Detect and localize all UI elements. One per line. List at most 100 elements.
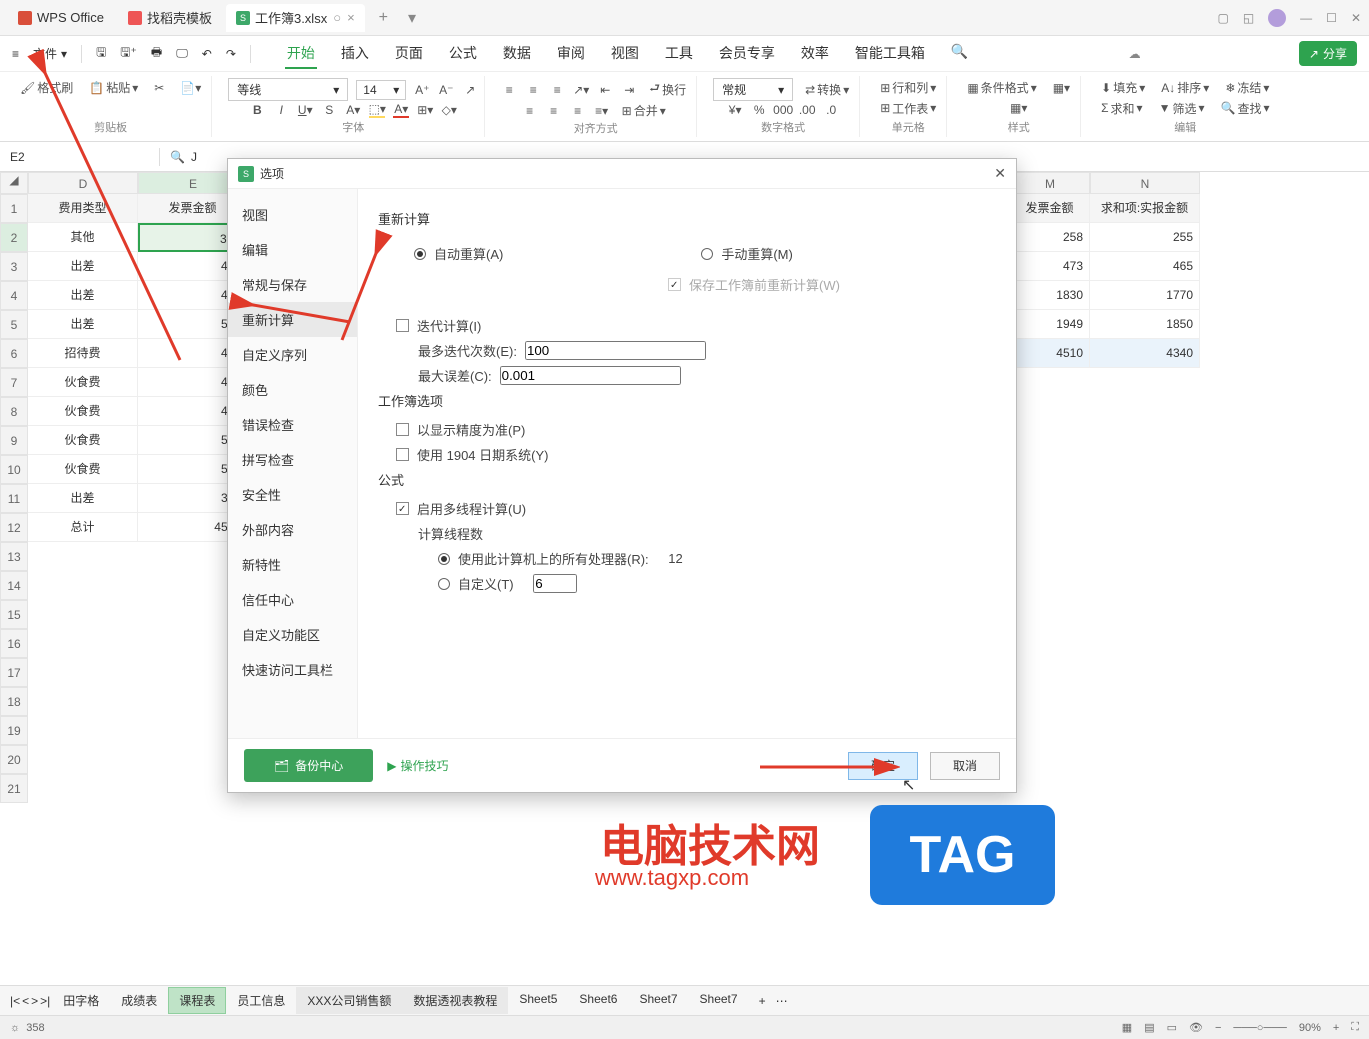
align-right-icon[interactable]: ≡ <box>570 103 586 119</box>
iter-checkbox[interactable]: 迭代计算(I) <box>396 316 996 335</box>
align-left-icon[interactable]: ≡ <box>522 103 538 119</box>
dialog-nav-item[interactable]: 拼写检查 <box>228 442 357 477</box>
tab-menu-icon[interactable]: ▾ <box>398 8 426 28</box>
view-normal-icon[interactable]: ▦ <box>1122 1021 1132 1034</box>
dec-inc-icon[interactable]: .00 <box>799 102 815 118</box>
dialog-nav-item[interactable]: 快速访问工具栏 <box>228 652 357 687</box>
ribbon-tab-formula[interactable]: 公式 <box>447 39 479 69</box>
italic-icon[interactable]: I <box>273 102 289 118</box>
wrap-button[interactable]: ⮐ 换行 <box>645 78 690 101</box>
paste-button[interactable]: 📋 粘贴▾ <box>85 78 142 97</box>
precision-checkbox[interactable]: 以显示精度为准(P) <box>396 420 996 439</box>
font-color-icon[interactable]: A▾ <box>393 102 409 118</box>
table-cell[interactable]: 出差 <box>28 310 138 339</box>
dec-dec-icon[interactable]: .0 <box>823 102 839 118</box>
print-icon[interactable]: 🖶 <box>151 43 162 64</box>
ribbon-tab-vip[interactable]: 会员专享 <box>717 39 777 69</box>
col-header[interactable]: D <box>28 172 138 194</box>
more-font-icon[interactable]: ↗ <box>462 82 478 98</box>
zoom-in-icon[interactable]: + <box>1333 1022 1339 1034</box>
sheet-tab[interactable]: 课程表 <box>168 987 226 1014</box>
row-header[interactable]: 12 <box>0 513 28 542</box>
zoom-value[interactable]: 90% <box>1299 1022 1321 1034</box>
orientation-icon[interactable]: ↗▾ <box>573 82 589 98</box>
dialog-nav-item[interactable]: 常规与保存 <box>228 267 357 302</box>
minimize-icon[interactable]: — <box>1300 11 1312 25</box>
table-cell[interactable]: 4340 <box>1090 339 1200 368</box>
ribbon-tab-start[interactable]: 开始 <box>285 39 317 69</box>
table-cell[interactable]: 1770 <box>1090 281 1200 310</box>
border-icon[interactable]: ⊞▾ <box>417 102 433 118</box>
format-brush-button[interactable]: 🖌 格式刷 <box>16 78 77 97</box>
dialog-titlebar[interactable]: S 选项 ✕ <box>228 159 1016 189</box>
percent-icon[interactable]: % <box>751 102 767 118</box>
row-header[interactable]: 7 <box>0 368 28 397</box>
row-header[interactable]: 17 <box>0 658 28 687</box>
condfmt-button[interactable]: ▦ 条件格式▾ <box>963 78 1040 97</box>
tab-close-icon[interactable]: × <box>347 10 355 25</box>
row-header[interactable]: 10 <box>0 455 28 484</box>
dialog-nav-item[interactable]: 外部内容 <box>228 512 357 547</box>
redo-icon[interactable]: ↷ <box>226 47 236 61</box>
row-header[interactable]: 1 <box>0 194 28 223</box>
row-header[interactable]: 8 <box>0 397 28 426</box>
sheet-tab[interactable]: Sheet5 <box>508 987 568 1014</box>
sheet-tab[interactable]: Sheet6 <box>568 987 628 1014</box>
table-cell[interactable]: 1850 <box>1090 310 1200 339</box>
manual-recalc-radio[interactable]: 手动重算(M) <box>701 244 793 263</box>
fill-color-icon[interactable]: ⬚▾ <box>369 102 385 118</box>
ribbon-tab-efficiency[interactable]: 效率 <box>799 39 831 69</box>
sheet-menu-icon[interactable]: ⋯ <box>776 994 788 1008</box>
decrease-font-icon[interactable]: A⁻ <box>438 82 454 98</box>
row-header[interactable]: 2 <box>0 223 28 252</box>
row-header[interactable]: 5 <box>0 310 28 339</box>
maximize-icon[interactable]: ☐ <box>1326 11 1337 25</box>
sum-button[interactable]: Σ 求和▾ <box>1097 99 1146 118</box>
table-cell[interactable]: 伙食费 <box>28 455 138 484</box>
thousand-icon[interactable]: 000 <box>775 102 791 118</box>
strike-icon[interactable]: S <box>321 102 337 118</box>
file-menu[interactable]: 文件 ▾ <box>33 45 67 62</box>
row-header[interactable]: 4 <box>0 281 28 310</box>
dialog-nav-item[interactable]: 视图 <box>228 197 357 232</box>
dialog-nav-item[interactable]: 安全性 <box>228 477 357 512</box>
filter-button[interactable]: ▼ 筛选▾ <box>1155 99 1209 118</box>
dialog-close-icon[interactable]: ✕ <box>994 165 1006 182</box>
zoom-slider[interactable]: ───○─── <box>1233 1022 1286 1034</box>
view-page-icon[interactable]: ▭ <box>1167 1021 1177 1034</box>
name-box[interactable]: E2 <box>0 148 160 166</box>
dialog-nav-item[interactable]: 错误检查 <box>228 407 357 442</box>
align-top-icon[interactable]: ≡ <box>501 82 517 98</box>
underline-icon[interactable]: U▾ <box>297 102 313 118</box>
number-format-select[interactable]: 常规▾ <box>713 78 793 101</box>
indent-l-icon[interactable]: ⇤ <box>597 82 613 98</box>
cancel-button[interactable]: 取消 <box>930 752 1000 780</box>
table-cell[interactable]: 1830 <box>1010 281 1090 310</box>
sheet-tab[interactable]: 员工信息 <box>226 987 296 1014</box>
table-cell[interactable]: 258 <box>1010 223 1090 252</box>
next-sheet-icon[interactable]: > <box>31 994 38 1008</box>
save-as-icon[interactable]: 🖫⁺ <box>120 43 137 64</box>
sheet-tab[interactable]: 成绩表 <box>110 987 168 1014</box>
bold-icon[interactable]: B <box>249 102 265 118</box>
increase-font-icon[interactable]: A⁺ <box>414 82 430 98</box>
max-err-input[interactable] <box>500 366 681 385</box>
sheet-tab[interactable]: XXX公司销售额 <box>296 987 402 1014</box>
first-sheet-icon[interactable]: |< <box>10 994 20 1008</box>
freeze-button[interactable]: ❄ 冻结▾ <box>1221 78 1273 97</box>
cloud-icon[interactable]: ☁ <box>1129 47 1141 61</box>
cut-icon[interactable]: ✂ <box>150 80 168 96</box>
max-iter-input[interactable] <box>525 341 706 360</box>
dialog-nav-item[interactable]: 重新计算 <box>228 302 357 337</box>
find-button[interactable]: 🔍 查找▾ <box>1217 99 1274 118</box>
table-cell[interactable]: 招待费 <box>28 339 138 368</box>
add-sheet-icon[interactable]: + <box>751 994 774 1008</box>
table-cell[interactable]: 伙食费 <box>28 426 138 455</box>
tab-wps[interactable]: WPS Office <box>8 4 114 32</box>
copy-icon[interactable]: 📄▾ <box>176 80 205 96</box>
ribbon-tab-page[interactable]: 页面 <box>393 39 425 69</box>
ribbon-tab-insert[interactable]: 插入 <box>339 39 371 69</box>
row-header[interactable]: 11 <box>0 484 28 513</box>
typography-icon[interactable]: A▾ <box>345 102 361 118</box>
font-name-select[interactable]: 等线▾ <box>228 78 348 101</box>
